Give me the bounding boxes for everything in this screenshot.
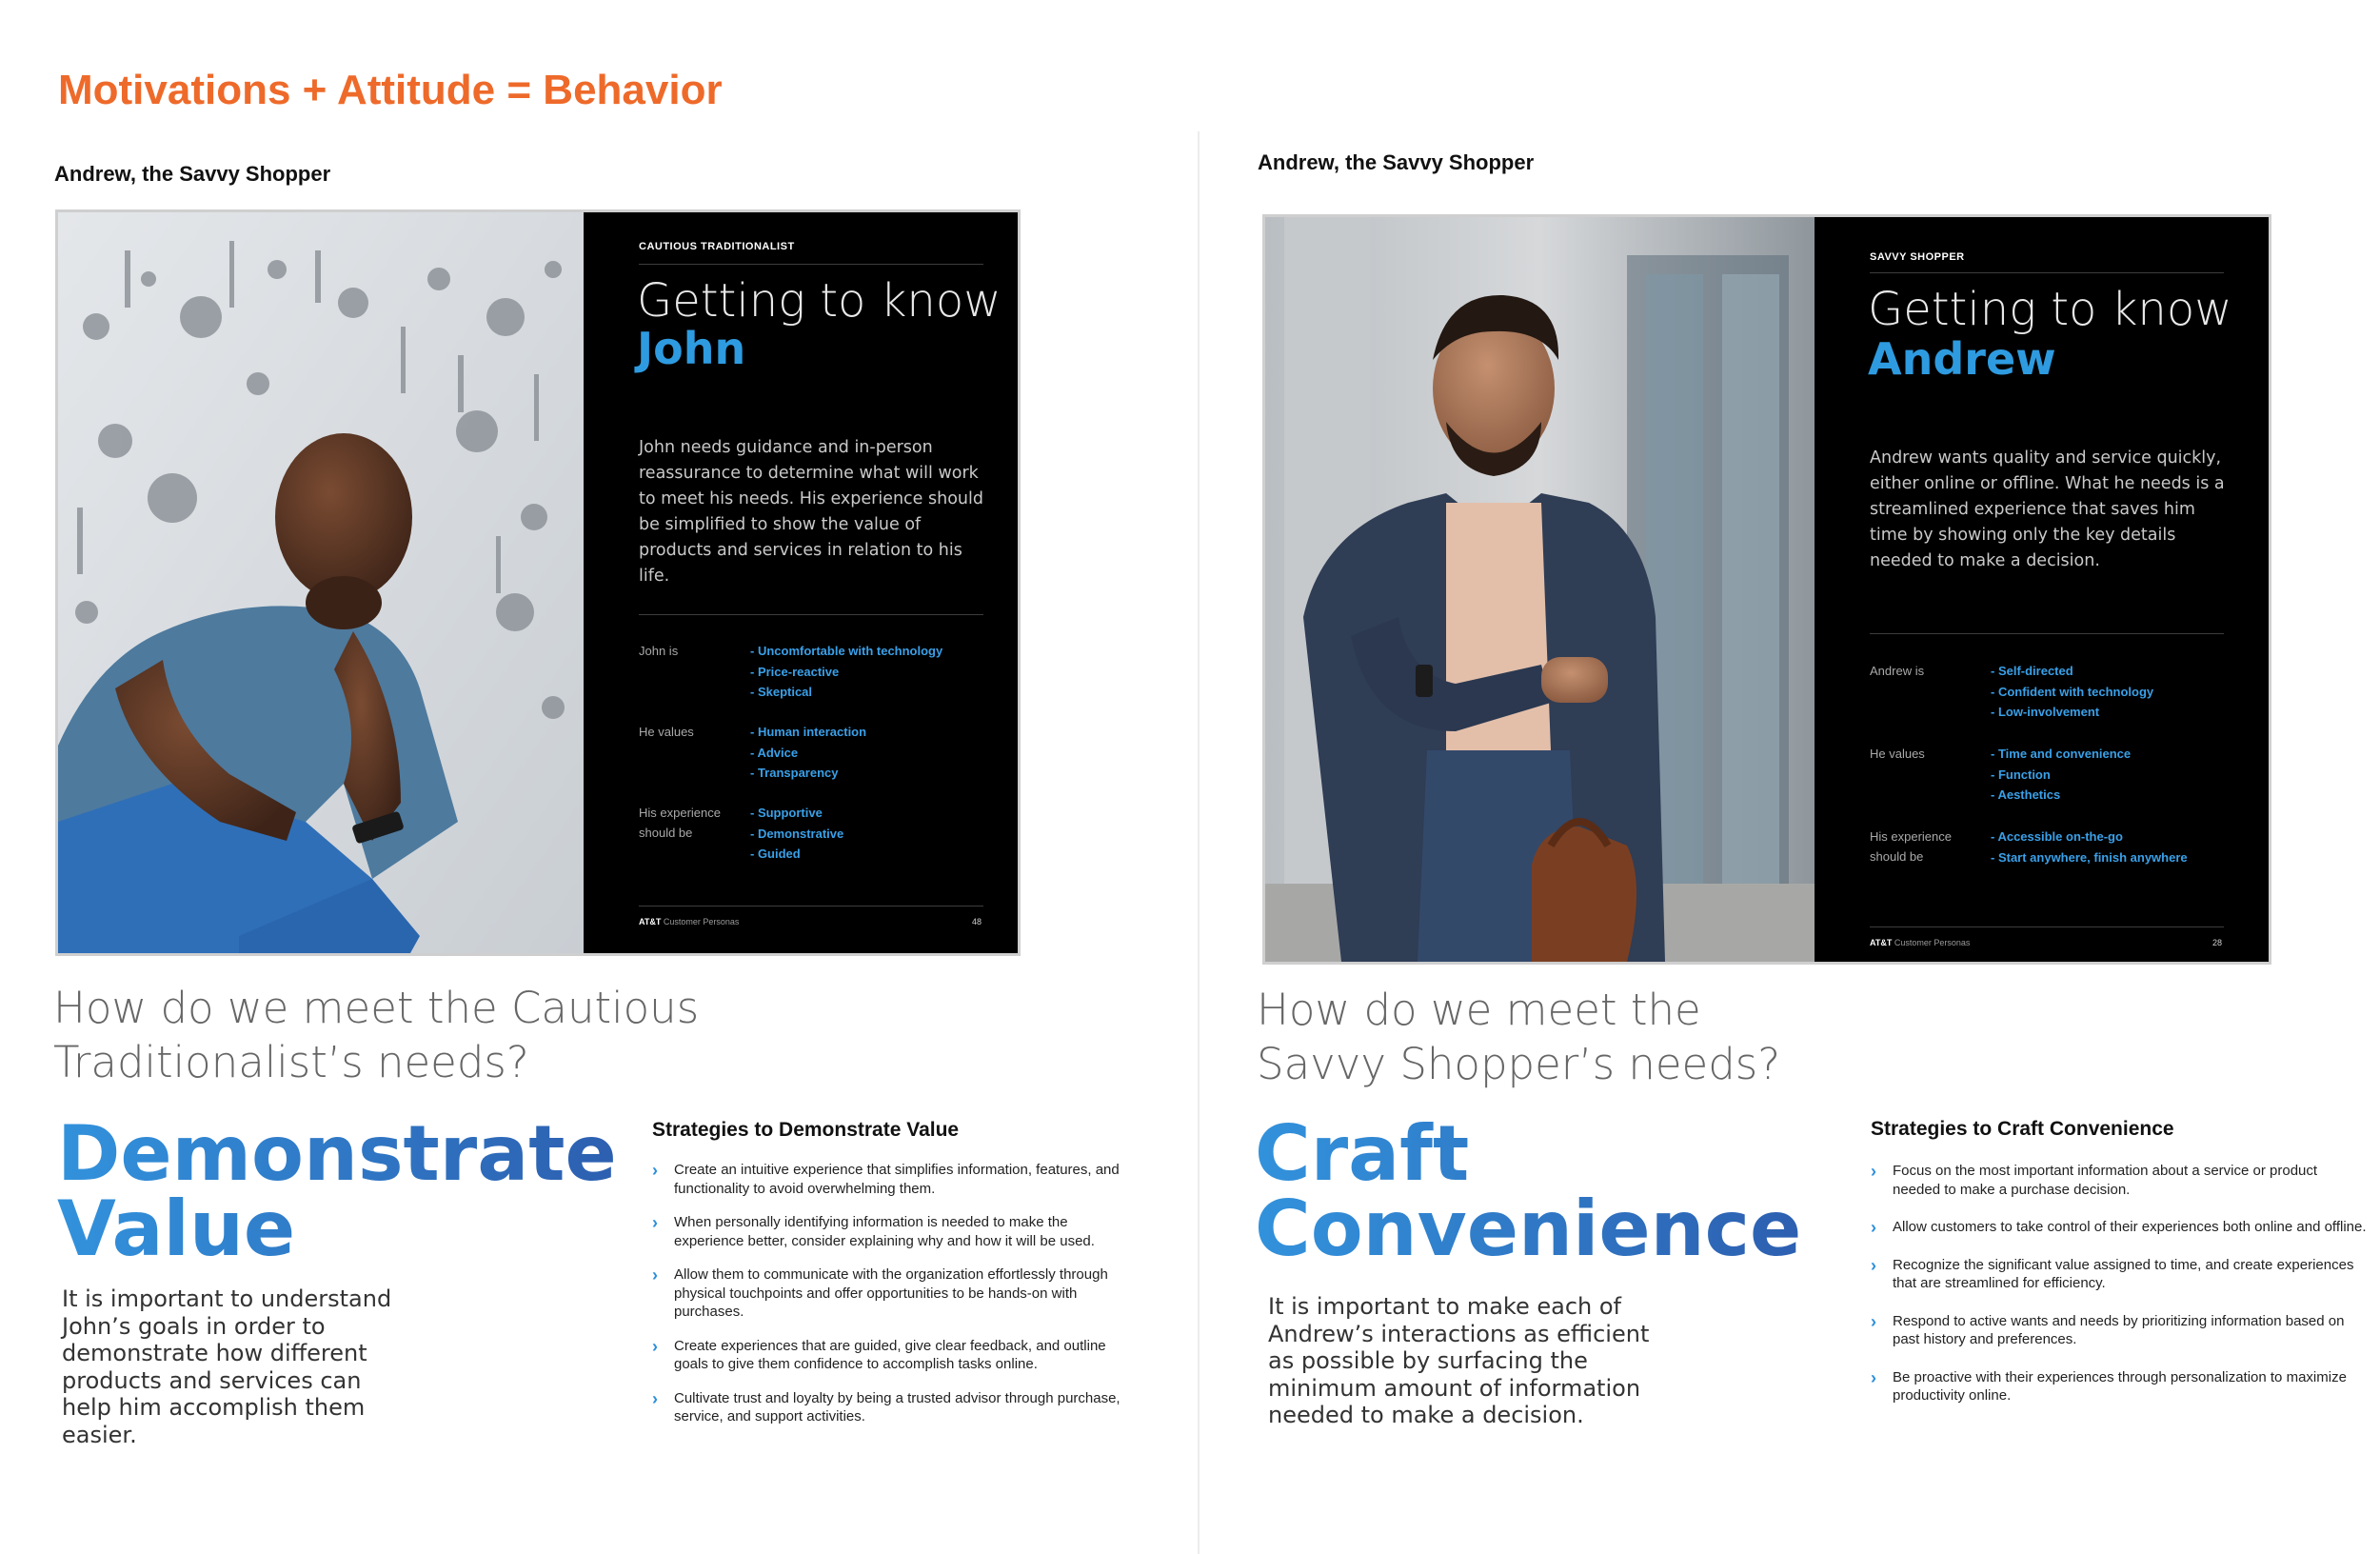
attribute-values: - Time and convenience - Function - Aest… <box>1991 744 2131 806</box>
section-question: How do we meet the Savvy Shopper’s needs… <box>1257 985 1781 1089</box>
attribute-value: - Aesthetics <box>1991 787 2061 802</box>
chevron-right-icon: › <box>652 1265 658 1285</box>
strategies-title: Strategies to Craft Convenience <box>1871 1118 2174 1140</box>
attribute-value: - Time and convenience <box>1991 747 2132 761</box>
persona-name: John <box>637 323 746 374</box>
card-heading: Getting to know <box>637 274 1002 328</box>
attribute-value: - Accessible on-the-go <box>1991 829 2123 844</box>
attribute-value: - Function <box>1991 767 2051 782</box>
panel-rule <box>1870 926 2224 927</box>
attribute-label: Andrew is <box>1870 664 1925 678</box>
headline-line: Demonstrate <box>57 1109 617 1198</box>
strategy-item: › Create experiences that are guided, giv… <box>652 1336 1106 1372</box>
panel-rule <box>1870 633 2224 634</box>
chevron-right-icon: › <box>1871 1162 1876 1181</box>
section-question: How do we meet the Cautious Traditionali… <box>53 983 700 1087</box>
strategy-item: › Respond to active wants and needs by pr… <box>1871 1311 2345 1347</box>
attribute-value: - Confident with technology <box>1991 684 2154 699</box>
man-checking-watch-illustration <box>1265 217 1815 962</box>
chevron-right-icon: › <box>1871 1311 1876 1331</box>
persona-kicker: SAVVY SHOPPER <box>1870 251 1965 263</box>
strategy-item: › When personally identifying information… <box>652 1213 1095 1249</box>
attribute-values: - Accessible on-the-go - Start anywhere,… <box>1991 827 2188 867</box>
attribute-value: - Uncomfortable with technology <box>750 644 943 658</box>
card-footer: AT&T Customer Personas <box>639 917 739 926</box>
chevron-right-icon: › <box>1871 1367 1876 1387</box>
man-with-phone-illustration <box>58 212 584 953</box>
persona-label: Andrew, the Savvy Shopper <box>54 162 331 186</box>
headline-line: Craft <box>1255 1116 1801 1192</box>
persona-label: Andrew, the Savvy Shopper <box>1258 150 1535 174</box>
headline: Craft Convenience <box>1255 1116 1802 1273</box>
persona-card-john: CAUTIOUS TRADITIONALIST Getting to know … <box>58 212 1018 953</box>
persona-kicker: CAUTIOUS TRADITIONALIST <box>639 241 795 252</box>
attribute-values: - Self-directed - Confident with technol… <box>1991 661 2153 723</box>
chevron-right-icon: › <box>1871 1255 1876 1275</box>
card-footer: AT&T Customer Personas <box>1870 938 1970 947</box>
attribute-value: - Low-involvement <box>1991 705 2100 719</box>
body-paragraph: It is important to understand John’s goa… <box>62 1285 392 1448</box>
attribute-value: - Demonstrative <box>750 826 844 841</box>
attribute-value: - Human interaction <box>750 725 867 739</box>
persona-description: John needs guidance and in-person reassu… <box>639 438 983 586</box>
strategy-item: › Focus on the most important information… <box>1871 1162 2318 1198</box>
headline-line: Convenience <box>1255 1185 1802 1273</box>
footer-text: Customer Personas <box>663 917 740 926</box>
strategy-item: › Cultivate trust and loyalty by being a … <box>652 1388 1121 1424</box>
attribute-label: He values <box>639 725 694 739</box>
attribute-values: - Uncomfortable with technology - Price-… <box>750 641 942 703</box>
attribute-label: He values <box>1870 747 1925 761</box>
persona-card-andrew: SAVVY SHOPPER Getting to know Andrew And… <box>1265 217 2269 962</box>
persona-photo-john <box>58 212 584 953</box>
card-heading: Getting to know <box>1868 283 2232 336</box>
attribute-value: - Self-directed <box>1991 664 2073 678</box>
panel-rule <box>1870 272 2224 273</box>
attribute-values: - Human interaction - Advice - Transpare… <box>750 722 866 784</box>
strategy-item: › Allow customers to take control of thei… <box>1871 1218 2367 1237</box>
page-number: 48 <box>972 917 982 926</box>
attribute-value: - Price-reactive <box>750 664 840 679</box>
attribute-value: - Start anywhere, finish anywhere <box>1991 849 2188 865</box>
strategy-item: › Create an intuitive experience that sim… <box>652 1161 1120 1197</box>
strategies-list: › Create an intuitive experience that sim… <box>652 1161 1121 1426</box>
persona-name: Andrew <box>1868 333 2056 385</box>
strategies-block: Strategies to Demonstrate Value › Create … <box>652 1119 1121 1426</box>
persona-description: Andrew wants quality and service quickly… <box>1870 448 2225 570</box>
chevron-right-icon: › <box>652 1161 658 1180</box>
attribute-value: - Supportive <box>750 806 823 820</box>
chevron-right-icon: › <box>652 1213 658 1232</box>
chevron-right-icon: › <box>652 1388 658 1408</box>
strategy-item: › Recognize the significant value assigne… <box>1871 1255 2354 1291</box>
headline: Demonstrate Value <box>57 1109 617 1267</box>
strategy-item: › Be proactive with their experiences thr… <box>1871 1367 2347 1404</box>
chevron-right-icon: › <box>652 1336 658 1356</box>
persona-info-panel-john: CAUTIOUS TRADITIONALIST Getting to know … <box>584 212 1018 953</box>
attribute-label: John is <box>639 644 679 658</box>
attribute-value: - Skeptical <box>750 685 813 699</box>
attribute-label: His experience should be <box>1870 829 1952 864</box>
attribute-value: - Transparency <box>750 766 839 780</box>
body-paragraph: It is important to make each of Andrew’s… <box>1268 1293 1650 1428</box>
column-divider <box>1198 131 1200 1554</box>
attribute-value: - Advice <box>750 745 799 760</box>
strategies-block: Strategies to Craft Convenience › Focus o… <box>1871 1118 2368 1405</box>
page-title: Motivations + Attitude = Behavior <box>58 67 723 113</box>
persona-photo-andrew <box>1265 217 1815 962</box>
footer-brand: AT&T <box>639 917 662 926</box>
attribute-label: His experience should be <box>639 806 721 840</box>
headline-line: Value <box>57 1191 617 1267</box>
attribute-values: - Supportive - Demonstrative - Guided <box>750 803 843 865</box>
page-number: 28 <box>2212 938 2223 947</box>
panel-rule <box>639 614 983 615</box>
footer-brand: AT&T <box>1870 938 1893 947</box>
strategies-list: › Focus on the most important information… <box>1871 1162 2368 1405</box>
chevron-right-icon: › <box>1871 1218 1876 1237</box>
persona-info-panel-andrew: SAVVY SHOPPER Getting to know Andrew And… <box>1815 217 2269 962</box>
panel-rule <box>639 264 983 265</box>
strategy-item: › Allow them to communicate with the orga… <box>652 1265 1108 1321</box>
strategies-title: Strategies to Demonstrate Value <box>652 1119 960 1141</box>
attribute-value: - Guided <box>750 847 801 861</box>
footer-text: Customer Personas <box>1894 938 1971 947</box>
